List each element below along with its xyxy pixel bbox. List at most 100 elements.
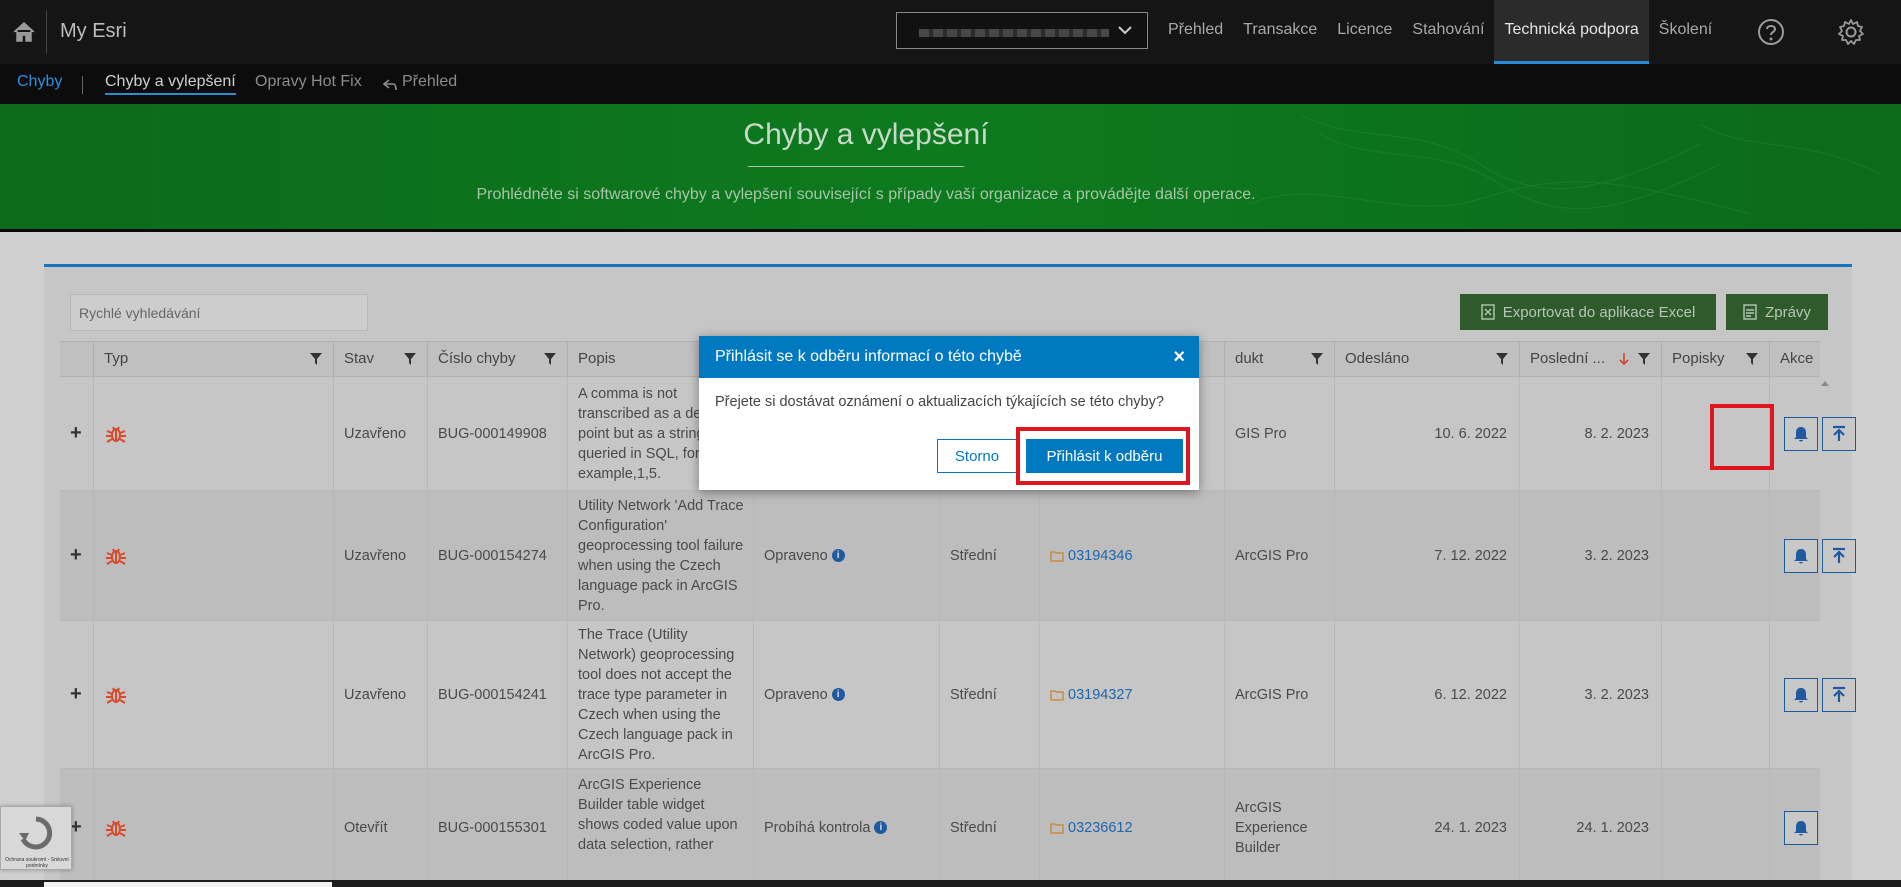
severity-cell: Střední <box>940 621 1040 768</box>
back-arrow-icon <box>383 79 397 91</box>
main-nav: Přehled Transakce Licence Stahování Tech… <box>1158 0 1722 64</box>
brand-title[interactable]: My Esri <box>60 20 127 43</box>
divider <box>46 10 47 54</box>
th-posledni[interactable]: Poslední ... <box>1520 342 1662 378</box>
top-navigation-bar: My Esri Přehled Transakce Licence Stahov… <box>0 0 1901 64</box>
subscribe-bell-button[interactable] <box>1784 416 1818 451</box>
info-icon[interactable]: i <box>874 821 888 834</box>
th-akce-label: Akce <box>1780 350 1814 367</box>
chevron-down-icon <box>1118 26 1132 35</box>
expand-row-button[interactable]: + <box>70 683 82 706</box>
table-row: + Uzavřeno BUG-000154274 Utility Network… <box>60 491 1856 621</box>
resolution-cell: Opraveno i <box>754 621 940 768</box>
submitted-cell: 24. 1. 2023 <box>1335 769 1520 886</box>
upvote-button[interactable] <box>1822 538 1856 573</box>
page-title: Chyby a vylepšení <box>743 118 989 151</box>
submitted-cell: 10. 6. 2022 <box>1335 377 1520 490</box>
bell-icon <box>1794 687 1808 702</box>
status-cell: Uzavřeno <box>334 621 428 768</box>
nav-prehled[interactable]: Přehled <box>1158 0 1233 64</box>
info-icon[interactable]: i <box>831 549 845 562</box>
subnav-chyby-a-vylepseni[interactable]: Chyby a vylepšení <box>105 73 236 95</box>
subnav-opravy-hot-fix[interactable]: Opravy Hot Fix <box>255 73 362 91</box>
expand-cell: + <box>60 491 94 620</box>
redacted-organization-name <box>919 29 1109 37</box>
arrow-up-bar-icon <box>1833 547 1845 563</box>
recaptcha-badge[interactable]: Ochrana soukromí - Smluvní podmínky <box>0 806 72 870</box>
filter-icon[interactable] <box>309 352 323 366</box>
expand-row-button[interactable]: + <box>70 422 82 445</box>
nav-stahovani[interactable]: Stahování <box>1402 0 1494 64</box>
nav-skoleni[interactable]: Školení <box>1649 0 1722 64</box>
severity-cell: Střední <box>940 769 1040 886</box>
th-popis-label: Popis <box>578 350 616 367</box>
nav-transakce[interactable]: Transakce <box>1233 0 1327 64</box>
actions-cell <box>1770 769 1820 886</box>
scroll-up-arrow-icon[interactable] <box>1820 378 1830 388</box>
close-icon[interactable]: × <box>1173 336 1185 378</box>
case-cell: 03194346 <box>1040 491 1225 620</box>
filter-icon[interactable] <box>1310 352 1324 366</box>
expand-row-button[interactable]: + <box>70 544 82 567</box>
case-link[interactable]: 03236612 <box>1068 820 1133 836</box>
bug-icon <box>106 820 126 837</box>
case-link[interactable]: 03194327 <box>1068 687 1133 703</box>
subnav-chyby[interactable]: Chyby <box>17 73 62 91</box>
type-cell <box>94 769 334 886</box>
filter-icon[interactable] <box>543 352 557 366</box>
upvote-button[interactable] <box>1822 416 1856 451</box>
filter-icon[interactable] <box>1495 352 1509 366</box>
th-odeslano[interactable]: Odesláno <box>1335 342 1520 378</box>
organization-select[interactable] <box>896 12 1148 49</box>
filter-icon[interactable] <box>1637 352 1651 366</box>
th-produkt-label: dukt <box>1235 350 1264 367</box>
description-cell: The Trace (Utility Network) geoprocessin… <box>568 621 754 768</box>
description-cell: Utility Network 'Add Trace Configuration… <box>568 491 754 620</box>
folder-icon <box>1050 822 1064 834</box>
subscribe-bell-button[interactable] <box>1784 810 1818 845</box>
type-cell <box>94 621 334 768</box>
subnav-prehled[interactable]: Přehled <box>402 73 457 91</box>
quick-search-input[interactable] <box>70 294 368 331</box>
case-link[interactable]: 03194346 <box>1068 548 1133 564</box>
bug-number-cell: BUG-000154274 <box>428 491 568 620</box>
sort-desc-icon[interactable] <box>1619 352 1629 366</box>
upvote-button[interactable] <box>1822 677 1856 712</box>
export-excel-label: Exportovat do aplikace Excel <box>1502 303 1696 321</box>
bug-icon <box>106 426 126 443</box>
th-cislo[interactable]: Číslo chyby <box>428 342 568 378</box>
reports-label: Zprávy <box>1765 303 1811 321</box>
bug-icon <box>106 687 126 704</box>
th-produkt[interactable]: dukt <box>1225 342 1335 378</box>
actions-cell <box>1770 621 1860 768</box>
description-cell: ArcGIS Experience Builder table widget s… <box>568 769 754 886</box>
home-icon[interactable] <box>10 18 38 46</box>
th-expand <box>60 342 94 378</box>
bug-number-cell: BUG-000155301 <box>428 769 568 886</box>
nav-licence[interactable]: Licence <box>1327 0 1402 64</box>
th-stav[interactable]: Stav <box>334 342 428 378</box>
help-icon[interactable] <box>1757 18 1785 46</box>
nav-technicka-podpora[interactable]: Technická podpora <box>1494 0 1649 64</box>
th-cislo-label: Číslo chyby <box>438 350 516 367</box>
filter-icon[interactable] <box>1745 352 1759 366</box>
status-cell: Otevřít <box>334 769 428 886</box>
th-popisky[interactable]: Popisky <box>1662 342 1770 378</box>
th-akce: Akce <box>1770 342 1820 378</box>
reports-button[interactable]: Zprávy <box>1726 294 1828 330</box>
gear-icon[interactable] <box>1837 18 1865 46</box>
bug-number-cell: BUG-000154241 <box>428 621 568 768</box>
export-excel-button[interactable]: Exportovat do aplikace Excel <box>1460 294 1716 330</box>
last-modified-cell: 3. 2. 2023 <box>1520 491 1662 620</box>
subscribe-bell-button[interactable] <box>1784 677 1818 712</box>
expand-cell: + <box>60 377 94 490</box>
filter-icon[interactable] <box>403 352 417 366</box>
info-icon[interactable]: i <box>831 688 845 701</box>
subscribe-bell-button[interactable] <box>1784 538 1818 573</box>
bug-number-cell: BUG-000149908 <box>428 377 568 490</box>
th-typ[interactable]: Typ <box>94 342 334 378</box>
labels-cell <box>1662 621 1770 768</box>
bug-icon <box>106 548 126 565</box>
labels-cell <box>1662 491 1770 620</box>
cancel-button[interactable]: Storno <box>937 439 1017 473</box>
